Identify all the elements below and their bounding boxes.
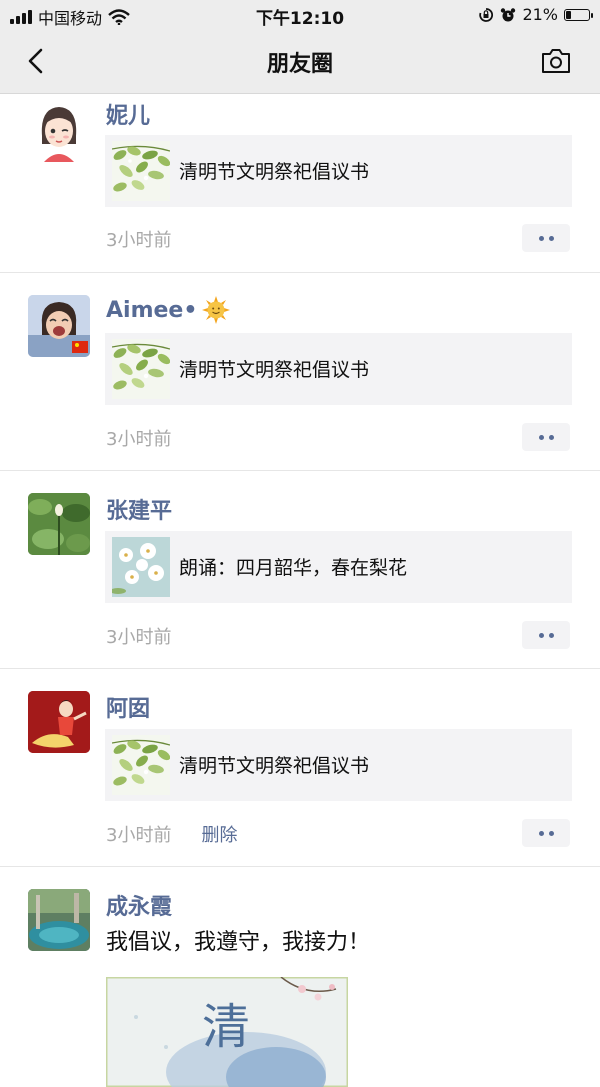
- status-right: 21%: [478, 5, 593, 24]
- avatar[interactable]: [28, 691, 90, 753]
- avatar[interactable]: [28, 295, 90, 357]
- shared-link-card[interactable]: 清明节文明祭祀倡议书: [105, 135, 572, 207]
- more-dots-icon[interactable]: [522, 621, 570, 649]
- poster-name-row: Aimee•: [106, 295, 231, 325]
- poster-name[interactable]: 妮儿: [106, 98, 150, 130]
- poster-name[interactable]: 成永霞: [106, 889, 172, 921]
- poster-name[interactable]: Aimee•: [106, 298, 197, 323]
- link-title: 朗诵：四月韶华，春在梨花: [179, 557, 408, 579]
- shared-link-card[interactable]: 清明节文明祭祀倡议书: [105, 333, 572, 405]
- navigation-bar: 朋友圈: [0, 30, 600, 94]
- lock-rotation-icon: [479, 7, 494, 22]
- link-title: 清明节文明祭祀倡议书: [179, 161, 370, 183]
- poster-name[interactable]: 张建平: [106, 493, 172, 525]
- post-meta: 3小时前: [106, 425, 171, 451]
- link-thumbnail: [112, 141, 170, 201]
- link-thumbnail: [112, 339, 170, 399]
- post-image-caption: 清: [202, 999, 251, 1055]
- post-meta: 3小时前: [106, 623, 171, 649]
- link-thumbnail: [112, 537, 170, 597]
- poster-name[interactable]: 阿囡: [106, 691, 150, 723]
- more-dots-icon[interactable]: [522, 224, 570, 252]
- moment-post: 妮儿 清明节文明祭祀倡议书 3小时前: [0, 94, 600, 273]
- alarm-icon: [501, 7, 516, 21]
- sun-emoji-icon: [202, 296, 231, 324]
- post-meta: 3小时前 删除: [106, 821, 237, 847]
- shared-link-card[interactable]: 朗诵：四月韶华，春在梨花: [105, 531, 572, 603]
- more-dots-icon[interactable]: [522, 819, 570, 847]
- moment-post: 成永霞 我倡议，我遵守，我接力！ 清: [0, 867, 600, 1087]
- post-time: 3小时前: [106, 627, 172, 648]
- avatar[interactable]: [28, 100, 90, 162]
- moment-post: 阿囡 清明节文明祭祀倡议书 3小时前 删除: [0, 669, 600, 867]
- moment-post: 张建平 朗诵：四月韶华，春在梨花 3小时前: [0, 471, 600, 669]
- status-bar: 中国移动 下午12:10 21%: [0, 0, 600, 30]
- post-image[interactable]: 清: [106, 977, 348, 1087]
- link-thumbnail: [112, 735, 170, 795]
- more-dots-icon[interactable]: [522, 423, 570, 451]
- post-text: 我倡议，我遵守，我接力！: [106, 930, 371, 955]
- camera-icon[interactable]: [540, 47, 572, 75]
- battery-icon: [564, 8, 593, 21]
- moment-post: Aimee• 清明节文明祭祀倡议书 3小时前: [0, 273, 600, 471]
- moments-feed: 妮儿 清明节文明祭祀倡议书 3小时前 Aimee• 清明节文明祭祀倡议书 3小时…: [0, 94, 600, 1087]
- avatar[interactable]: [28, 493, 90, 555]
- post-time: 3小时前: [106, 429, 172, 450]
- avatar[interactable]: [28, 889, 90, 951]
- shared-link-card[interactable]: 清明节文明祭祀倡议书: [105, 729, 572, 801]
- link-title: 清明节文明祭祀倡议书: [179, 359, 370, 381]
- post-time: 3小时前: [106, 230, 172, 251]
- page-title: 朋友圈: [266, 52, 333, 77]
- battery-percent: 21%: [522, 5, 558, 24]
- post-meta: 3小时前: [106, 226, 171, 252]
- delete-link[interactable]: 删除: [201, 821, 237, 847]
- post-time: 3小时前: [106, 825, 172, 846]
- link-title: 清明节文明祭祀倡议书: [179, 755, 370, 777]
